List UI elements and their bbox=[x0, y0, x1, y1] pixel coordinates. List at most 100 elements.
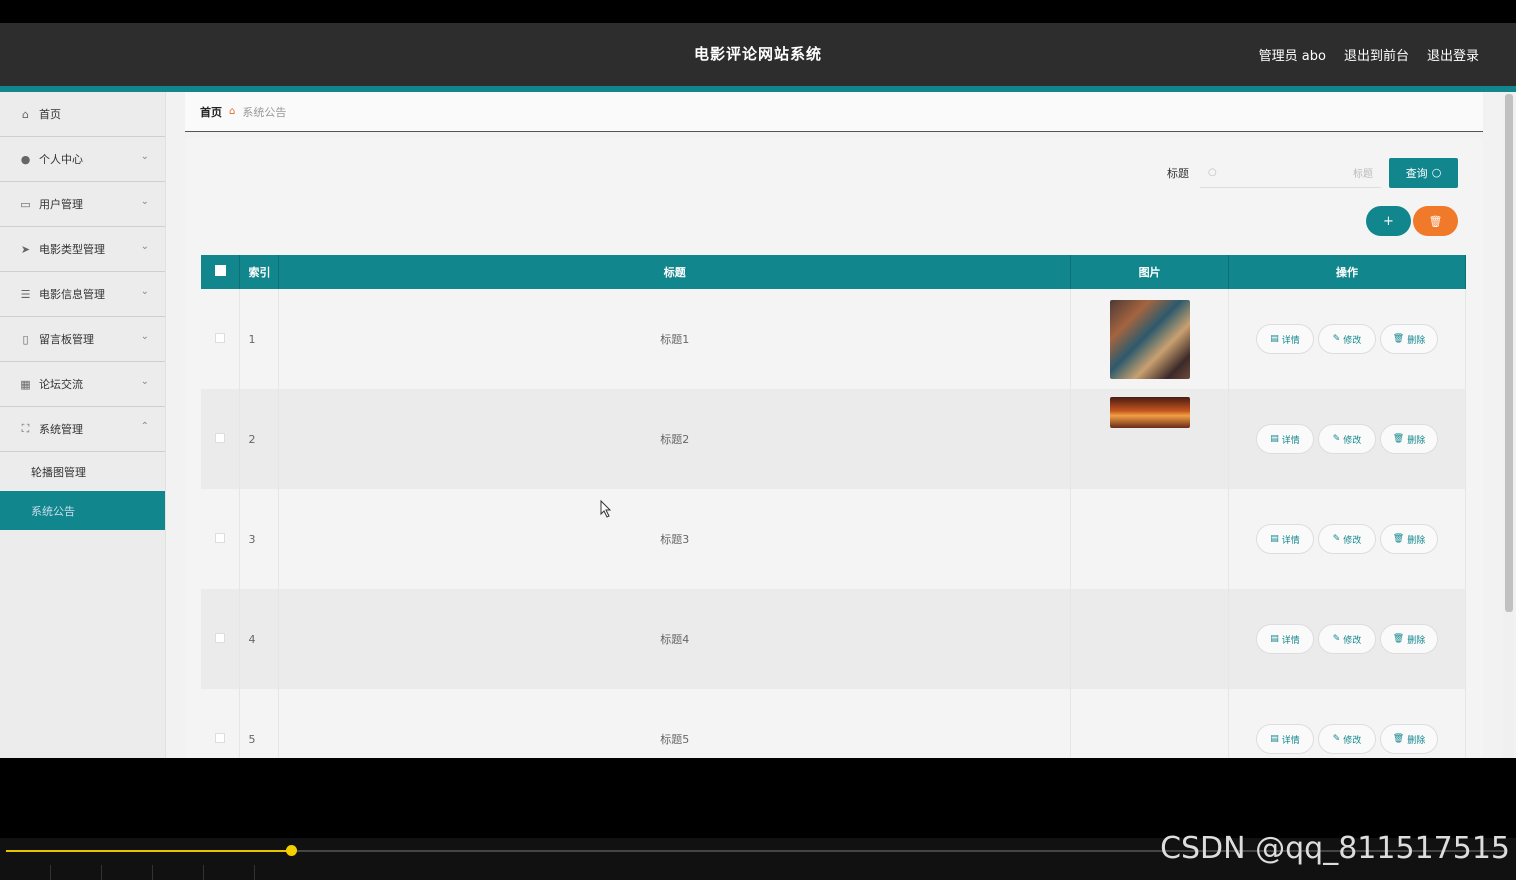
cell-image bbox=[1070, 289, 1230, 389]
select-all-checkbox[interactable] bbox=[214, 265, 226, 276]
video-control-slot[interactable] bbox=[204, 865, 255, 880]
cell-actions: ▤ 详情 ✎ 修改 🗑 删除 bbox=[1228, 489, 1466, 589]
search-icon: ○ bbox=[1208, 166, 1217, 178]
search-input[interactable]: ○ 标题 bbox=[1200, 157, 1381, 188]
pencil-icon: ✎ bbox=[1332, 434, 1341, 444]
search-label: 标题 bbox=[1167, 166, 1189, 180]
doc-icon: ▤ bbox=[1270, 334, 1279, 344]
user-icon: ● bbox=[20, 152, 31, 166]
delete-button[interactable]: 🗑 删除 bbox=[1380, 624, 1439, 654]
sidebar: ⌂ 首页 ● 个人中心 ⌄ ▭ 用户管理 ⌄ ➤ 电影类型管理 ⌄ ☰ 电影信息… bbox=[0, 92, 166, 758]
detail-button[interactable]: ▤ 详情 bbox=[1256, 724, 1315, 754]
column-header-index: 索引 bbox=[239, 255, 280, 289]
row-checkbox[interactable] bbox=[215, 332, 226, 343]
search-icon: ○ bbox=[1431, 166, 1442, 179]
sidebar-item-personal[interactable]: ● 个人中心 ⌄ bbox=[0, 137, 165, 182]
sidebar-item-label: 电影信息管理 bbox=[39, 288, 105, 301]
detail-button[interactable]: ▤ 详情 bbox=[1256, 524, 1315, 554]
trash-icon: 🗑 bbox=[1428, 214, 1443, 228]
home-icon: ⌂ bbox=[22, 107, 29, 121]
main-content: 首页 ⌂ 系统公告 标题 ○ 标题 查询 ○ + 🗑 索引 标题 图片 操作 1… bbox=[185, 92, 1483, 758]
sidebar-subitem-announcement[interactable]: 系统公告 bbox=[0, 491, 165, 530]
delete-label: 删除 bbox=[1407, 335, 1426, 346]
detail-button[interactable]: ▤ 详情 bbox=[1256, 324, 1315, 354]
video-control-slot[interactable] bbox=[0, 865, 51, 880]
chevron-down-icon: ⌄ bbox=[140, 286, 149, 297]
cell-index: 3 bbox=[239, 489, 280, 589]
pencil-icon: ✎ bbox=[1332, 734, 1341, 744]
trash-icon: 🗑 bbox=[1392, 334, 1405, 344]
row-checkbox[interactable] bbox=[215, 432, 226, 443]
movie-poster-image[interactable] bbox=[1109, 299, 1190, 379]
batch-delete-button[interactable]: 🗑 bbox=[1413, 206, 1458, 236]
delete-button[interactable]: 🗑 删除 bbox=[1380, 424, 1439, 454]
edit-button[interactable]: ✎ 修改 bbox=[1318, 324, 1377, 354]
column-header-image: 图片 bbox=[1070, 255, 1230, 289]
detail-label: 详情 bbox=[1281, 435, 1300, 446]
sidebar-item-movie-info[interactable]: ☰ 电影信息管理 ⌄ bbox=[0, 272, 165, 317]
detail-button[interactable]: ▤ 详情 bbox=[1256, 424, 1315, 454]
delete-label: 删除 bbox=[1407, 435, 1426, 446]
edit-button[interactable]: ✎ 修改 bbox=[1318, 724, 1377, 754]
sidebar-item-users[interactable]: ▭ 用户管理 ⌄ bbox=[0, 182, 165, 227]
doc-icon: ▤ bbox=[1270, 734, 1279, 744]
sidebar-item-label: 电影类型管理 bbox=[39, 243, 105, 256]
delete-label: 删除 bbox=[1407, 735, 1426, 746]
delete-button[interactable]: 🗑 删除 bbox=[1380, 524, 1439, 554]
sidebar-subitem-carousel[interactable]: 轮播图管理 bbox=[0, 452, 165, 491]
row-checkbox[interactable] bbox=[215, 732, 226, 743]
cell-image bbox=[1070, 589, 1230, 689]
admin-user-label: 管理员 abo bbox=[1258, 49, 1326, 64]
trash-icon: 🗑 bbox=[1392, 434, 1405, 444]
cell-actions: ▤ 详情 ✎ 修改 🗑 删除 bbox=[1228, 589, 1466, 689]
sidebar-item-movie-types[interactable]: ➤ 电影类型管理 ⌄ bbox=[0, 227, 165, 272]
cell-index: 1 bbox=[239, 289, 280, 389]
top-bar: 电影评论网站系统 管理员 abo 退出到前台 退出登录 bbox=[0, 23, 1516, 86]
doc-icon: ▤ bbox=[1270, 434, 1279, 444]
scrollbar-thumb[interactable] bbox=[1505, 94, 1513, 612]
column-header-title: 标题 bbox=[278, 255, 1072, 289]
detail-button[interactable]: ▤ 详情 bbox=[1256, 624, 1315, 654]
column-header-actions: 操作 bbox=[1228, 255, 1466, 289]
table-row: 4 标题4 ▤ 详情 ✎ 修改 🗑 删除 bbox=[201, 589, 1466, 689]
sidebar-item-home[interactable]: ⌂ 首页 bbox=[0, 92, 165, 137]
sidebar-item-forum[interactable]: ▦ 论坛交流 ⌄ bbox=[0, 362, 165, 407]
doc-icon: ▤ bbox=[1270, 534, 1279, 544]
content-panel: 标题 ○ 标题 查询 ○ + 🗑 索引 标题 图片 操作 1 标题1 ▤ 详情 … bbox=[185, 138, 1483, 758]
movie-poster-image[interactable] bbox=[1109, 397, 1190, 428]
cell-title: 标题1 bbox=[278, 289, 1072, 389]
exit-to-front-link[interactable]: 退出到前台 bbox=[1344, 45, 1409, 64]
sidebar-subitem-label: 轮播图管理 bbox=[31, 465, 86, 479]
video-control-slot[interactable] bbox=[51, 865, 102, 880]
search-placeholder: 标题 bbox=[1353, 168, 1373, 180]
sidebar-item-label: 系统管理 bbox=[39, 423, 83, 436]
logout-link[interactable]: 退出登录 bbox=[1427, 45, 1479, 64]
cell-actions: ▤ 详情 ✎ 修改 🗑 删除 bbox=[1228, 289, 1466, 389]
detail-label: 详情 bbox=[1281, 335, 1300, 346]
sidebar-item-label: 论坛交流 bbox=[39, 378, 83, 391]
video-control-slot[interactable] bbox=[102, 865, 153, 880]
sidebar-item-system[interactable]: ⛶ 系统管理 ⌃ bbox=[0, 407, 165, 452]
row-checkbox[interactable] bbox=[215, 532, 226, 543]
vertical-scrollbar[interactable] bbox=[1503, 92, 1514, 758]
cell-image bbox=[1070, 689, 1230, 758]
edit-button[interactable]: ✎ 修改 bbox=[1318, 424, 1377, 454]
table-row: 1 标题1 ▤ 详情 ✎ 修改 🗑 删除 bbox=[201, 289, 1466, 389]
edit-button[interactable]: ✎ 修改 bbox=[1318, 624, 1377, 654]
select-all-header[interactable] bbox=[201, 255, 241, 289]
delete-button[interactable]: 🗑 删除 bbox=[1380, 324, 1439, 354]
breadcrumb-home[interactable]: 首页 bbox=[200, 104, 222, 120]
cell-actions: ▤ 详情 ✎ 修改 🗑 删除 bbox=[1228, 389, 1466, 489]
mouse-cursor-icon bbox=[600, 500, 612, 518]
row-checkbox[interactable] bbox=[215, 632, 226, 643]
delete-button[interactable]: 🗑 删除 bbox=[1380, 724, 1439, 754]
add-button[interactable]: + bbox=[1366, 206, 1411, 236]
query-button[interactable]: 查询 ○ bbox=[1389, 157, 1458, 188]
video-progress-knob[interactable] bbox=[286, 845, 297, 856]
row-select-cell bbox=[201, 589, 241, 689]
edit-button[interactable]: ✎ 修改 bbox=[1318, 524, 1377, 554]
cell-actions: ▤ 详情 ✎ 修改 🗑 删除 bbox=[1228, 689, 1466, 758]
query-button-label: 查询 bbox=[1405, 166, 1428, 180]
sidebar-item-guestbook[interactable]: ▯ 留言板管理 ⌄ bbox=[0, 317, 165, 362]
video-control-slot[interactable] bbox=[153, 865, 204, 880]
